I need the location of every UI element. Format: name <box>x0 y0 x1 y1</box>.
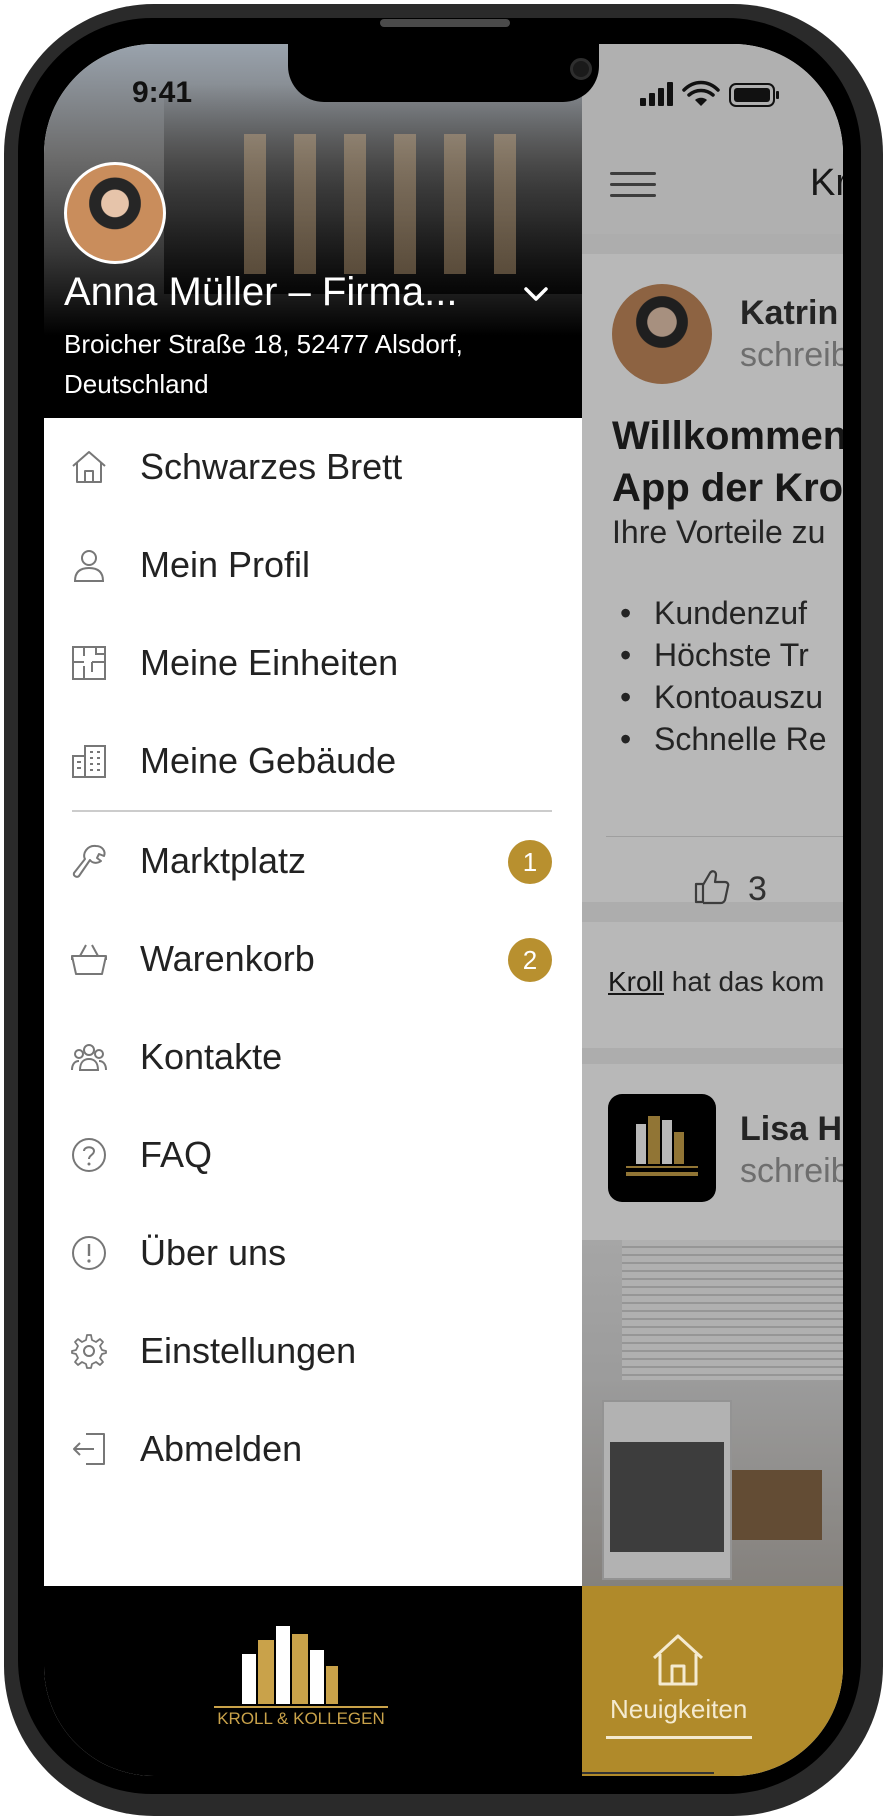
menu-item-kontakte[interactable]: Kontakte <box>44 1008 582 1106</box>
drawer-footer: KROLL & KOLLEGEN <box>44 1586 582 1776</box>
menu-item-label: Abmelden <box>140 1428 303 1469</box>
menu-item-einstellungen[interactable]: Einstellungen <box>44 1302 582 1400</box>
menu-item-label: FAQ <box>140 1134 213 1175</box>
drawer-overlay-scrim[interactable] <box>582 44 843 1586</box>
battery-icon <box>729 83 779 107</box>
drawer-menu: Schwarzes Brett Mein Profil Meine Einhei… <box>44 418 582 1498</box>
front-camera <box>570 58 592 80</box>
menu-item-label: Schwarzes Brett <box>140 446 403 487</box>
house-icon[interactable] <box>648 1630 708 1690</box>
menu-item-marktplatz[interactable]: Marktplatz 1 <box>44 812 582 910</box>
menu-item-abmelden[interactable]: Abmelden <box>44 1400 582 1498</box>
header-background-image <box>164 84 582 294</box>
logout-icon <box>73 1433 105 1465</box>
menu-item-label: Einstellungen <box>140 1330 357 1371</box>
basket-icon <box>71 944 107 975</box>
tab-neuigkeiten[interactable]: Neuigkeiten <box>610 1694 747 1725</box>
contacts-icon <box>71 1044 107 1071</box>
menu-item-meine-einheiten[interactable]: Meine Einheiten <box>44 614 582 712</box>
status-time: 9:41 <box>132 76 193 109</box>
menu-item-mein-profil[interactable]: Mein Profil <box>44 516 582 614</box>
avatar[interactable] <box>64 162 166 264</box>
menu-item-label: Über uns <box>140 1232 287 1273</box>
company-logo: KROLL & KOLLEGEN <box>214 1626 388 1728</box>
menu-item-label: Mein Profil <box>140 544 311 585</box>
notification-badge: 2 <box>508 938 552 982</box>
gear-icon <box>71 1334 107 1369</box>
menu-item-label: Marktplatz <box>140 840 307 881</box>
notch <box>288 44 599 102</box>
floorplan-icon <box>72 646 106 680</box>
tab-active-indicator <box>606 1736 752 1739</box>
chevron-down-icon[interactable] <box>520 278 552 310</box>
menu-item-label: Meine Einheiten <box>140 642 399 683</box>
menu-item-schwarzes-brett[interactable]: Schwarzes Brett <box>44 418 582 516</box>
menu-item-label: Meine Gebäude <box>140 740 397 781</box>
profile-name[interactable]: Anna Müller – Firma... <box>64 270 457 315</box>
house-icon <box>72 451 106 483</box>
signal-icon <box>640 82 673 106</box>
profile-address: Broicher Straße 18, 52477 Alsdorf, Deuts… <box>64 329 463 399</box>
menu-item-label: Kontakte <box>140 1036 283 1077</box>
background-app: Kr Katrin schreib Willkommen App der Kro… <box>582 44 843 1776</box>
building-icon <box>72 745 106 778</box>
wifi-icon <box>682 80 720 106</box>
menu-item-ueber-uns[interactable]: Über uns <box>44 1204 582 1302</box>
question-icon <box>72 1138 106 1172</box>
svg-text:KROLL & KOLLEGEN: KROLL & KOLLEGEN <box>217 1709 385 1728</box>
notification-badge: 1 <box>508 840 552 884</box>
menu-item-faq[interactable]: FAQ <box>44 1106 582 1204</box>
wrench-icon <box>72 844 106 878</box>
phone: Kr Katrin schreib Willkommen App der Kro… <box>0 0 887 1820</box>
user-icon <box>73 550 105 582</box>
menu-item-label: Warenkorb <box>140 938 315 979</box>
menu-item-meine-gebaeude[interactable]: Meine Gebäude <box>44 712 582 810</box>
menu-item-warenkorb[interactable]: Warenkorb 2 <box>44 910 582 1008</box>
tab-bar: Neuigkeiten <box>582 1586 843 1776</box>
navigation-drawer: 9:41 Anna Müller – Firma... Broicher Str… <box>44 44 599 1776</box>
speaker-grille <box>380 19 510 27</box>
info-icon <box>72 1236 106 1270</box>
screen: Kr Katrin schreib Willkommen App der Kro… <box>44 44 843 1776</box>
status-icons <box>640 80 779 107</box>
